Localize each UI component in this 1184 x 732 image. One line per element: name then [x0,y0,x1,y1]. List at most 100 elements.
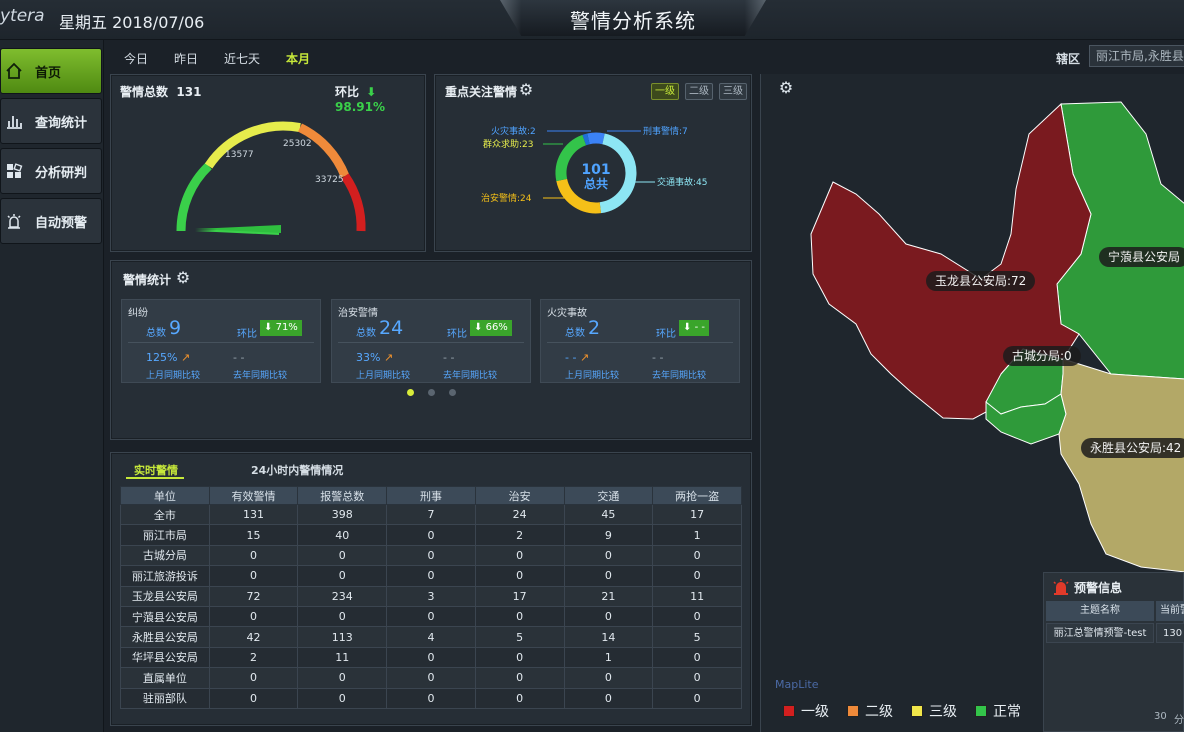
table-cell: 72 [208,585,299,607]
label-traffic: 交通事故:45 [657,176,708,188]
table-cell: 0 [208,565,299,587]
table-row[interactable]: 宁蒗县公安局 0 0 0 0 0 0 [120,605,742,628]
stat-total: 24 [379,317,404,339]
map-label-yulong: 玉龙县公安局:72 [926,271,1036,291]
tab-24-hours[interactable]: 24小时内警情情况 [251,462,343,478]
carousel-dot-1[interactable] [407,389,414,396]
legend-swatch [783,705,795,717]
carousel-dot-2[interactable] [428,389,435,396]
table-cell: 0 [652,565,742,587]
table-row[interactable]: 全市 131 398 7 24 45 17 [120,503,742,526]
maplite-watermark: MapLite [775,678,819,691]
arrow-up-icon: ↗ [579,351,590,364]
label-criminal: 刑事警情:7 [643,125,688,137]
sidebar-item-label: 首页 [35,65,62,81]
home-icon [5,62,23,80]
table-row[interactable]: 华坪县公安局 2 11 0 0 1 0 [120,646,742,669]
filter-today[interactable]: 今日 [124,50,148,67]
table-cell-unit: 驻丽部队 [120,687,210,709]
table-row[interactable]: 丽江市局 15 40 0 2 9 1 [120,524,742,546]
page-size[interactable]: 30 [1154,711,1167,722]
table-row[interactable]: 丽江旅游投诉 0 0 0 0 0 0 [120,565,742,587]
table-cell: 0 [563,565,654,587]
table-cell-unit: 全市 [120,503,210,526]
table-cell: 40 [297,524,388,546]
total-alarms-panel: 警情总数 131 环比 ⬇ 98.91% 13577 25302 33725 [110,74,426,252]
filter-yesterday[interactable]: 昨日 [174,50,198,67]
table-cell: 0 [208,605,299,628]
table-cell: 0 [563,544,654,567]
table-cell: 7 [386,503,476,526]
donut-center-label: 总共 [584,176,608,191]
table-cell: 14 [563,626,654,648]
arrow-up-icon: ↗ [383,351,394,364]
gear-icon[interactable]: ⚙ [174,269,192,287]
table-cell: 11 [652,585,742,607]
carousel-dot-3[interactable] [449,389,456,396]
gauge-pointer [195,225,281,235]
table-cell: 0 [474,646,565,669]
page-size-unit: 分 [1174,715,1184,726]
label-fire: 火灾事故:2 [491,125,536,137]
tab-realtime[interactable]: 实时警情 [134,462,178,478]
alarm-stats-title: 警情统计 [123,273,172,287]
table-cell: 9 [563,524,654,546]
stat-card-dispute[interactable]: 纠纷 总数 9 环比 ⬇ 71% 125% ↗ - - 上月同期比较 去年同期比… [121,299,321,383]
arrow-down-icon: ⬇ [474,322,483,333]
stat-total: 2 [588,317,601,339]
table-cell: 0 [386,524,476,546]
sidebar-item-label: 自动预警 [35,215,88,231]
alarm-light-icon [1053,579,1069,595]
table-cell: 4 [386,626,476,648]
gauge-band-green [176,162,212,232]
legend-level-3: 三级 [911,701,957,721]
gauge-tick-3: 33725 [315,175,344,185]
focus-alarms-panel: 重点关注警情 ⚙ 一级 二级 三级 101 总共 火灾事故:2 群众求助:23 … [434,74,752,252]
warning-row-name[interactable]: 丽江总警情预警-test [1046,623,1154,643]
filter-this-month[interactable]: 本月 [286,50,310,67]
sidebar-item-query-stats[interactable]: 查询统计 [0,98,102,144]
table-cell-unit: 永胜县公安局 [120,626,210,648]
table-cell: 0 [563,605,654,628]
region-select[interactable]: 丽江市局,永胜县 [1089,45,1184,67]
legend-normal: 正常 [975,701,1021,721]
table-cell: 11 [297,646,388,669]
table-row[interactable]: 玉龙县公安局 72 234 3 17 21 11 [120,585,742,607]
gauge-tick-2: 25302 [283,139,312,149]
stat-card-fire[interactable]: 火灾事故 总数 2 环比 ⬇ - - - - ↗ - - 上月同期比较 去年同期… [540,299,740,383]
warning-col-name: 主题名称 [1046,601,1154,621]
sidebar-item-auto-warning[interactable]: 自动预警 [0,198,102,244]
table-row[interactable]: 古城分局 0 0 0 0 0 0 [120,544,742,567]
table-cell: 0 [563,687,654,709]
table-cell: 0 [386,667,476,689]
sidebar-item-analysis[interactable]: 分析研判 [0,148,102,194]
table-cell: 3 [386,585,476,607]
warning-panel: 预警信息 主题名称 当前警 丽江总警情预警-test 130 30 分 [1043,572,1184,732]
table-cell: 17 [652,503,742,526]
stat-card-public-security[interactable]: 治安警情 总数 24 环比 ⬇ 66% 33% ↗ - - 上月同期比较 去年同… [331,299,531,383]
stat-total: 9 [169,317,182,339]
sidebar-item-home[interactable]: 首页 [0,48,102,94]
table-cell: 21 [563,585,654,607]
table-cell: 0 [297,687,388,709]
table-cell: 1 [563,646,654,669]
table-cell-unit: 丽江旅游投诉 [120,565,210,587]
legend-swatch [847,705,859,717]
gauge-tick-1: 13577 [225,150,254,160]
table-row[interactable]: 直属单位 0 0 0 0 0 0 [120,667,742,689]
realtime-table: 单位 有效警情 报警总数 刑事 治安 交通 两抢一盗 全市 131 398 7 24 45… [120,486,742,709]
table-cell: 0 [652,646,742,669]
stat-ring-badge: ⬇ 66% [470,320,512,336]
filter-last-7-days[interactable]: 近七天 [224,50,260,67]
table-cell: 45 [563,503,654,526]
table-row[interactable]: 永胜县公安局 42 113 4 5 14 5 [120,626,742,648]
table-row[interactable]: 驻丽部队 0 0 0 0 0 0 [120,687,742,709]
donut-center-value: 101 [581,162,610,178]
table-cell: 5 [474,626,565,648]
table-cell: 113 [297,626,388,648]
stat-ring-badge: ⬇ 71% [260,320,302,336]
table-cell: 0 [563,667,654,689]
gauge-band-orange [297,123,350,178]
table-cell: 234 [297,585,388,607]
grid-icon [5,162,23,180]
